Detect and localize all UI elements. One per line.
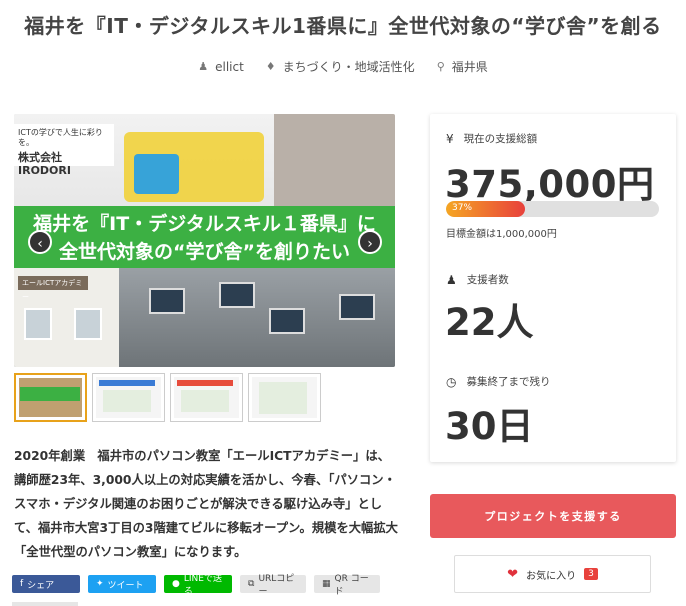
tag-icon: ♦: [265, 60, 276, 73]
remaining-days: 30日: [445, 405, 534, 448]
total-label: ¥ 現在の支援総額: [446, 131, 538, 146]
category-name: まちづくり・地域活性化: [282, 60, 415, 74]
qr-icon: ▦: [322, 579, 331, 589]
twitter-icon: ✦: [96, 579, 104, 589]
user-icon: ♟: [446, 272, 457, 287]
supporters-label: ♟ 支援者数: [446, 272, 509, 287]
location-name: 福井県: [451, 60, 488, 74]
stats-panel: ¥ 現在の支援総額 375,000円 37% 目標金額は1,000,000円 ♟…: [430, 114, 676, 462]
copy-icon: ⧉: [248, 579, 255, 589]
company-logo: ICTの学びで人生に彩りを。 株式会社 IRODORI: [14, 124, 114, 177]
support-project-button[interactable]: プロジェクトを支援する: [430, 494, 676, 538]
author-name: ellict: [215, 59, 244, 74]
user-icon: ♟: [198, 60, 209, 73]
thumbnail-1[interactable]: [14, 373, 87, 422]
author-meta[interactable]: ♟ ellict: [198, 58, 244, 75]
line-share-button[interactable]: ● LINEで送る: [164, 574, 232, 597]
thumbnail-2[interactable]: [92, 373, 165, 422]
hero-image[interactable]: ICTの学びで人生に彩りを。 株式会社 IRODORI 福井を『IT・デジタルス…: [14, 114, 395, 367]
classroom-photo: [119, 268, 395, 367]
favorite-count: 3: [584, 568, 598, 580]
twitter-share-button[interactable]: ✦ ツイート: [88, 575, 156, 593]
total-amount: 375,000円: [445, 163, 655, 206]
next-slide-button[interactable]: ›: [358, 230, 382, 254]
supporters-count: 22人: [445, 301, 534, 344]
extra-share-button[interactable]: [12, 602, 78, 606]
favorite-button[interactable]: ❤ お気に入り 3: [454, 555, 651, 593]
category-meta[interactable]: ♦ まちづくり・地域活性化: [266, 58, 415, 75]
share-buttons: f シェア ✦ ツイート ● LINEで送る ⧉ URLコピー ▦ QR コード: [12, 574, 380, 597]
thumbnail-strip: [14, 373, 321, 422]
project-meta: ♟ ellict ♦ まちづくり・地域活性化 ⚲ 福井県: [0, 58, 686, 75]
hero-banner: 福井を『IT・デジタルスキル１番県』に 全世代対象の“学び舎”を創りたい: [14, 206, 395, 268]
prev-slide-button[interactable]: ‹: [28, 230, 52, 254]
facebook-icon: f: [20, 579, 24, 589]
page-title: 福井を『IT・デジタルスキル1番県に』全世代対象の“学び舎”を創る: [24, 14, 662, 38]
thumbnail-3[interactable]: [170, 373, 243, 422]
people-photo: [274, 114, 395, 209]
favorite-label: お気に入り: [526, 570, 577, 582]
qr-code-button[interactable]: ▦ QR コード: [314, 574, 380, 597]
building-photo: エールICTアカデミー: [14, 268, 119, 367]
url-copy-button[interactable]: ⧉ URLコピー: [240, 574, 306, 597]
heart-icon: ❤: [507, 566, 519, 582]
progress-bar: 37%: [446, 201, 659, 217]
thumbnail-4[interactable]: [248, 373, 321, 422]
line-icon: ●: [172, 579, 180, 589]
progress-percent: 37%: [452, 203, 473, 213]
location-meta[interactable]: ⚲ 福井県: [437, 58, 488, 75]
yen-icon: ¥: [446, 131, 454, 146]
map-pin-icon: ⚲: [436, 60, 445, 73]
goal-amount: 目標金額は1,000,000円: [446, 229, 557, 240]
facebook-share-button[interactable]: f シェア: [12, 575, 80, 593]
remaining-label: ◷ 募集終了まで残り: [446, 374, 551, 389]
clock-icon: ◷: [446, 374, 457, 389]
project-description: 2020年創業 福井市のパソコン教室「エールICTアカデミー」は、講師歴23年、…: [14, 449, 398, 559]
